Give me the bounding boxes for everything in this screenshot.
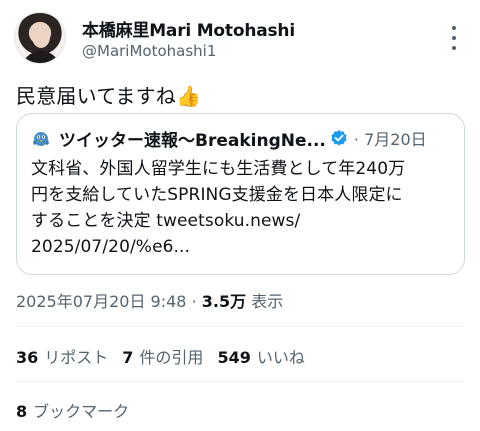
divider: [16, 326, 465, 327]
quoted-author-name[interactable]: ツイッター速報〜BreakingNe...: [59, 126, 326, 151]
view-count: 3.5万: [201, 292, 247, 311]
quoted-tweet-header: ツイッター速報〜BreakingNe... · 7月20日: [31, 126, 454, 151]
quoted-date-text: 7月20日: [364, 130, 427, 149]
bird-icon: [33, 132, 49, 146]
tweet-text: 民意届いてますね👍: [16, 84, 202, 108]
avatar-shoulders: [21, 51, 61, 63]
bookmarks-stat[interactable]: 8 ブックマーク: [16, 398, 129, 422]
divider: [16, 381, 465, 382]
quoted-tweet-body: 文科省、外国人留学生にも生活費として年240万 円を支給していたSPRING支援…: [31, 156, 456, 260]
likes-count: 549: [217, 348, 251, 367]
likes-stat[interactable]: 549 いいね: [217, 344, 304, 368]
reposts-count: 36: [16, 348, 39, 367]
view-label: 表示: [251, 292, 284, 311]
avatar[interactable]: [14, 12, 66, 64]
date-separator: ·: [353, 130, 359, 149]
reposts-label: リポスト: [44, 348, 109, 367]
avatar-face: [32, 26, 50, 48]
quotes-label: 件の引用: [139, 348, 204, 367]
quoted-line: することを決定 tweetsoku.news/: [31, 211, 301, 231]
meta-separator: ·: [191, 292, 197, 311]
quoted-tweet-card[interactable]: ツイッター速報〜BreakingNe... · 7月20日 文科省、外国人留学生…: [16, 113, 465, 275]
author-name[interactable]: 本橋麻里Mari Motohashi: [82, 16, 295, 41]
quotes-stat[interactable]: 7 件の引用: [122, 344, 203, 368]
reposts-stat[interactable]: 36 リポスト: [16, 344, 108, 368]
engagement-stats: 36 リポスト 7 件の引用 549 いいね: [16, 344, 319, 368]
bookmarks-count: 8: [16, 402, 28, 421]
quoted-line: 文科省、外国人留学生にも生活費として年240万: [31, 159, 406, 179]
quoted-line: 2025/07/20/%e6...: [31, 237, 191, 257]
bookmarks-label: ブックマーク: [33, 402, 130, 421]
author-handle[interactable]: @MariMotohashi1: [82, 42, 216, 60]
verified-icon: [331, 130, 347, 146]
tweet-header: 本橋麻里Mari Motohashi @MariMotohashi1: [14, 12, 466, 68]
quoted-date[interactable]: · 7月20日: [354, 126, 427, 150]
quoted-line: 円を支給していたSPRING支援金を日本人限定に: [31, 185, 403, 205]
tweet-meta: 2025年07月20日 9:48 · 3.5万 表示: [16, 288, 283, 312]
more-icon[interactable]: [446, 26, 462, 50]
timestamp[interactable]: 2025年07月20日 9:48: [16, 292, 186, 311]
quotes-count: 7: [122, 348, 134, 367]
likes-label: いいね: [256, 348, 305, 367]
